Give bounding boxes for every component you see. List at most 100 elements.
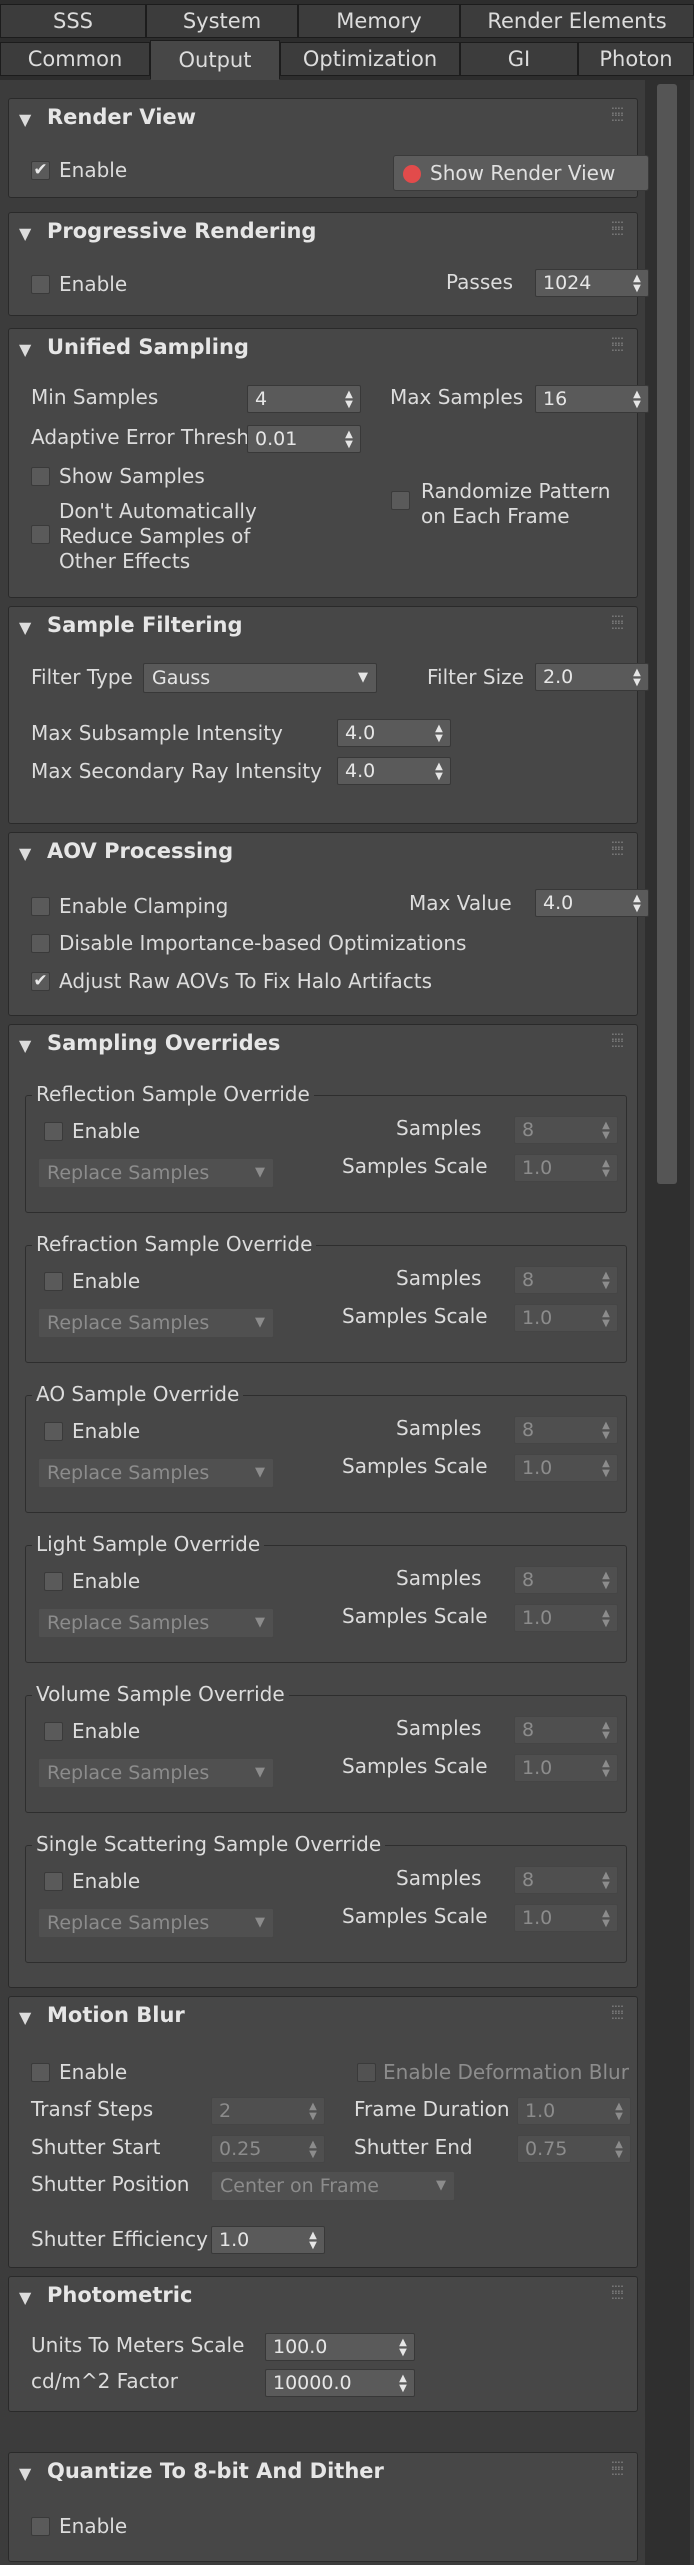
spinner-arrows-icon[interactable]: ▲ ▼ bbox=[599, 1717, 613, 1743]
override-samples-spinner[interactable]: 8 ▲ ▼ bbox=[514, 1716, 618, 1744]
override-mode-dropdown[interactable]: Replace Samples ▼ bbox=[38, 1458, 274, 1488]
override-scale-spinner[interactable]: 1.0 ▲ ▼ bbox=[514, 1904, 618, 1932]
motion-blur-enable-checkbox[interactable] bbox=[31, 2063, 50, 2082]
override-mode-dropdown[interactable]: Replace Samples ▼ bbox=[38, 1908, 274, 1938]
panel-header[interactable]: ▼ Quantize To 8-bit And Dither :::::::: bbox=[9, 2453, 637, 2495]
panel-header[interactable]: ▼ Sampling Overrides :::::::: bbox=[9, 1025, 637, 1067]
progressive-enable-checkbox[interactable] bbox=[31, 275, 50, 294]
tab-system[interactable]: System bbox=[146, 4, 298, 38]
spinner-arrows-icon[interactable]: ▲ ▼ bbox=[599, 1267, 613, 1293]
spinner-arrows-icon[interactable]: ▲ ▼ bbox=[432, 758, 446, 784]
filter-type-dropdown[interactable]: Gauss ▼ bbox=[143, 663, 377, 693]
collapse-arrow-icon[interactable]: ▼ bbox=[19, 844, 31, 863]
max-value-spinner[interactable]: 4.0 ▲ ▼ bbox=[535, 889, 649, 917]
spinner-arrows-icon[interactable]: ▲ ▼ bbox=[612, 2136, 626, 2162]
adaptive-error-spinner[interactable]: 0.01 ▲ ▼ bbox=[247, 425, 361, 453]
cdm-factor-spinner[interactable]: 10000.0 ▲ ▼ bbox=[265, 2369, 415, 2397]
override-enable-checkbox[interactable] bbox=[44, 1722, 63, 1741]
override-scale-spinner[interactable]: 1.0 ▲ ▼ bbox=[514, 1304, 618, 1332]
shutter-efficiency-spinner[interactable]: 1.0 ▲ ▼ bbox=[211, 2226, 325, 2254]
drag-grip-icon[interactable]: :::::::: bbox=[611, 1030, 624, 1049]
spinner-arrows-icon[interactable]: ▲ ▼ bbox=[612, 2098, 626, 2124]
render-view-enable-checkbox[interactable]: ✔ bbox=[31, 161, 50, 180]
override-scale-spinner[interactable]: 1.0 ▲ ▼ bbox=[514, 1604, 618, 1632]
panel-header[interactable]: ▼ Motion Blur :::::::: bbox=[9, 1997, 637, 2039]
drag-grip-icon[interactable]: :::::::: bbox=[611, 104, 624, 123]
spinner-arrows-icon[interactable]: ▲ ▼ bbox=[396, 2370, 410, 2396]
tab-gi[interactable]: GI bbox=[460, 42, 578, 76]
spinner-arrows-icon[interactable]: ▲ ▼ bbox=[342, 426, 356, 452]
collapse-arrow-icon[interactable]: ▼ bbox=[19, 340, 31, 359]
override-enable-checkbox[interactable] bbox=[44, 1572, 63, 1591]
panel-header[interactable]: ▼ Render View :::::::: bbox=[9, 99, 637, 141]
tab-memory[interactable]: Memory bbox=[298, 4, 460, 38]
override-samples-spinner[interactable]: 8 ▲ ▼ bbox=[514, 1416, 618, 1444]
override-samples-spinner[interactable]: 8 ▲ ▼ bbox=[514, 1266, 618, 1294]
drag-grip-icon[interactable]: :::::::: bbox=[611, 334, 624, 353]
spinner-arrows-icon[interactable]: ▲ ▼ bbox=[599, 1455, 613, 1481]
override-scale-spinner[interactable]: 1.0 ▲ ▼ bbox=[514, 1754, 618, 1782]
transf-steps-spinner[interactable]: 2 ▲ ▼ bbox=[211, 2097, 325, 2125]
disable-importance-checkbox[interactable] bbox=[31, 934, 50, 953]
spinner-arrows-icon[interactable]: ▲ ▼ bbox=[630, 664, 644, 690]
override-mode-dropdown[interactable]: Replace Samples ▼ bbox=[38, 1758, 274, 1788]
spinner-arrows-icon[interactable]: ▲ ▼ bbox=[599, 1867, 613, 1893]
scrollbar[interactable] bbox=[645, 80, 690, 2565]
show-samples-checkbox[interactable] bbox=[31, 467, 50, 486]
spinner-arrows-icon[interactable]: ▲ ▼ bbox=[599, 1605, 613, 1631]
max-samples-spinner[interactable]: 16 ▲ ▼ bbox=[535, 385, 649, 413]
panel-header[interactable]: ▼ Unified Sampling :::::::: bbox=[9, 329, 637, 371]
override-samples-spinner[interactable]: 8 ▲ ▼ bbox=[514, 1566, 618, 1594]
drag-grip-icon[interactable]: :::::::: bbox=[611, 218, 624, 237]
override-mode-dropdown[interactable]: Replace Samples ▼ bbox=[38, 1308, 274, 1338]
drag-grip-icon[interactable]: :::::::: bbox=[611, 612, 624, 631]
spinner-arrows-icon[interactable]: ▲ ▼ bbox=[599, 1417, 613, 1443]
spinner-arrows-icon[interactable]: ▲ ▼ bbox=[342, 386, 356, 412]
quantize-enable-checkbox[interactable] bbox=[31, 2517, 50, 2536]
override-enable-checkbox[interactable] bbox=[44, 1872, 63, 1891]
collapse-arrow-icon[interactable]: ▼ bbox=[19, 110, 31, 129]
spinner-arrows-icon[interactable]: ▲ ▼ bbox=[306, 2136, 320, 2162]
shutter-end-spinner[interactable]: 0.75 ▲ ▼ bbox=[517, 2135, 631, 2163]
override-scale-spinner[interactable]: 1.0 ▲ ▼ bbox=[514, 1454, 618, 1482]
collapse-arrow-icon[interactable]: ▼ bbox=[19, 1036, 31, 1055]
drag-grip-icon[interactable]: :::::::: bbox=[611, 2458, 624, 2477]
deformation-blur-checkbox[interactable] bbox=[357, 2063, 376, 2082]
override-enable-checkbox[interactable] bbox=[44, 1422, 63, 1441]
drag-grip-icon[interactable]: :::::::: bbox=[611, 2282, 624, 2301]
shutter-position-dropdown[interactable]: Center on Frame ▼ bbox=[211, 2171, 455, 2201]
spinner-arrows-icon[interactable]: ▲ ▼ bbox=[630, 270, 644, 296]
tab-output[interactable]: Output bbox=[150, 40, 280, 80]
collapse-arrow-icon[interactable]: ▼ bbox=[19, 2288, 31, 2307]
spinner-arrows-icon[interactable]: ▲ ▼ bbox=[432, 720, 446, 746]
spinner-arrows-icon[interactable]: ▲ ▼ bbox=[306, 2098, 320, 2124]
tab-photon[interactable]: Photon bbox=[578, 42, 694, 76]
units-to-meters-spinner[interactable]: 100.0 ▲ ▼ bbox=[265, 2333, 415, 2361]
dont-reduce-checkbox[interactable] bbox=[31, 525, 50, 544]
spinner-arrows-icon[interactable]: ▲ ▼ bbox=[599, 1755, 613, 1781]
spinner-arrows-icon[interactable]: ▲ ▼ bbox=[599, 1305, 613, 1331]
min-samples-spinner[interactable]: 4 ▲ ▼ bbox=[247, 385, 361, 413]
spinner-arrows-icon[interactable]: ▲ ▼ bbox=[599, 1155, 613, 1181]
panel-header[interactable]: ▼ AOV Processing :::::::: bbox=[9, 833, 637, 875]
passes-spinner[interactable]: 1024 ▲ ▼ bbox=[535, 269, 649, 297]
adjust-raw-aovs-checkbox[interactable]: ✔ bbox=[31, 972, 50, 991]
collapse-arrow-icon[interactable]: ▼ bbox=[19, 224, 31, 243]
max-secondary-spinner[interactable]: 4.0 ▲ ▼ bbox=[337, 757, 451, 785]
override-enable-checkbox[interactable] bbox=[44, 1272, 63, 1291]
tab-sss[interactable]: SSS bbox=[0, 4, 146, 38]
tab-common[interactable]: Common bbox=[0, 42, 150, 76]
panel-header[interactable]: ▼ Sample Filtering :::::::: bbox=[9, 607, 637, 649]
drag-grip-icon[interactable]: :::::::: bbox=[611, 2002, 624, 2021]
enable-clamping-checkbox[interactable] bbox=[31, 897, 50, 916]
panel-header[interactable]: ▼ Progressive Rendering :::::::: bbox=[9, 213, 637, 255]
override-samples-spinner[interactable]: 8 ▲ ▼ bbox=[514, 1866, 618, 1894]
spinner-arrows-icon[interactable]: ▲ ▼ bbox=[630, 890, 644, 916]
spinner-arrows-icon[interactable]: ▲ ▼ bbox=[396, 2334, 410, 2360]
spinner-arrows-icon[interactable]: ▲ ▼ bbox=[630, 386, 644, 412]
panel-header[interactable]: ▼ Photometric :::::::: bbox=[9, 2277, 637, 2319]
spinner-arrows-icon[interactable]: ▲ ▼ bbox=[599, 1117, 613, 1143]
show-render-view-button[interactable]: Show Render View bbox=[393, 155, 649, 191]
scrollbar-thumb[interactable] bbox=[657, 84, 677, 1184]
override-mode-dropdown[interactable]: Replace Samples ▼ bbox=[38, 1158, 274, 1188]
